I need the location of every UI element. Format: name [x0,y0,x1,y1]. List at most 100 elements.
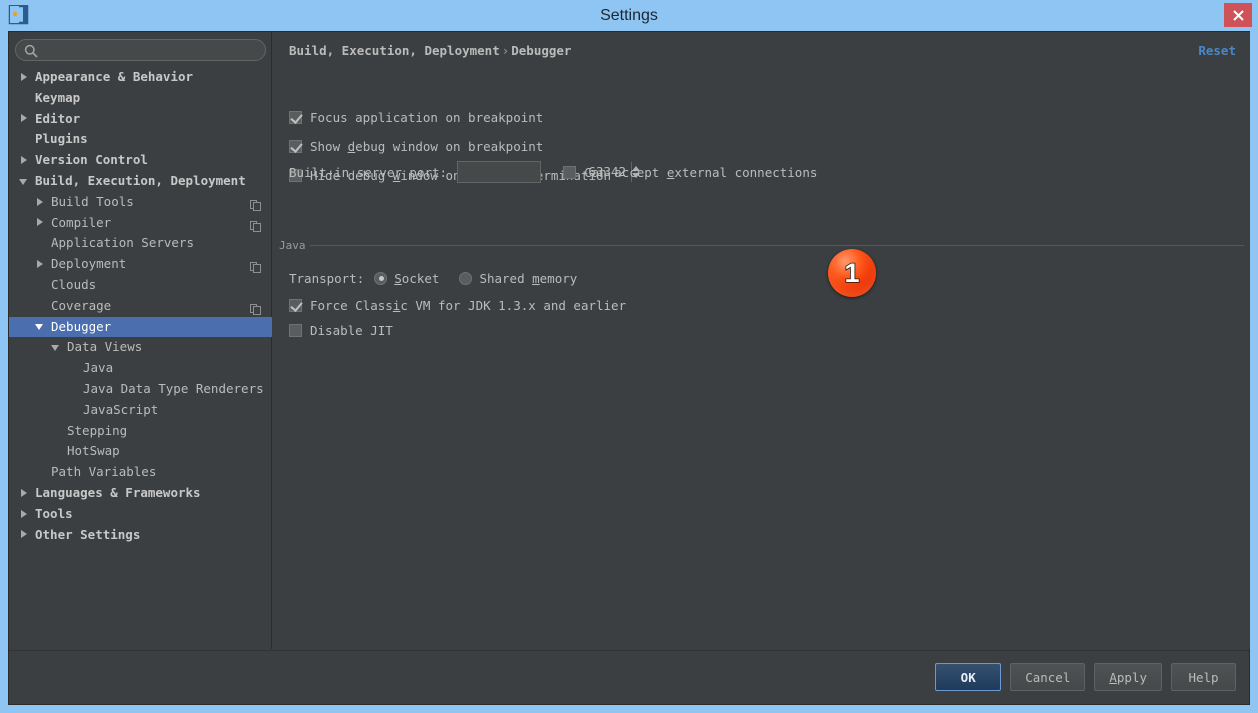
external-connections-label: Can accept external connections [584,164,818,180]
chevron-right-icon[interactable] [35,217,46,228]
copy-settings-icon[interactable] [250,197,261,211]
checkbox[interactable] [289,110,302,124]
transport-radio-shared-memory[interactable] [459,271,473,285]
sidebar-item-build-execution-deployment[interactable]: Build, Execution, Deployment [9,171,272,192]
transport-radio-label: Socket [394,270,440,286]
sidebar-item-label: Application Servers [51,235,194,251]
transport-radio-socket[interactable] [374,271,388,285]
sidebar-item-plugins[interactable]: Plugins [9,129,272,150]
option-row[interactable]: Disable JIT [289,320,393,340]
sidebar-item-path-variables[interactable]: Path Variables [9,462,272,483]
title-bar: Settings [0,0,1258,31]
settings-window: Settings Appearance & Behavior Keymap Edit… [0,0,1258,713]
sidebar-item-label: Data Views [67,339,143,355]
sidebar-item-label: Editor [35,110,81,126]
apply-button[interactable]: Apply [1094,663,1162,691]
ok-button[interactable]: OK [935,663,1002,691]
checkbox-label: Disable JIT [310,322,393,338]
help-button[interactable]: Help [1171,663,1236,691]
breadcrumb-separator-icon: › [501,43,510,58]
sidebar-item-label: JavaScript [83,401,159,417]
sidebar-item-label: Keymap [35,89,81,105]
search-input[interactable] [15,39,266,61]
sidebar-item-label: Path Variables [51,464,157,480]
mnemonic-char: e [666,164,675,180]
chevron-down-icon[interactable] [51,342,62,353]
sidebar-item-label: Appearance & Behavior [35,69,194,84]
window-title: Settings [600,7,658,24]
option-row[interactable]: Force Classic VM for JDK 1.3.x and earli… [289,295,626,315]
transport-radio-group[interactable]: Socket Shared memory [374,271,597,286]
cancel-button[interactable]: Cancel [1010,663,1086,691]
chevron-down-icon[interactable] [35,321,46,332]
sidebar-item-data-views[interactable]: Data Views [9,337,272,358]
checkbox[interactable] [289,139,302,153]
sidebar-item-label: Debugger [51,318,112,334]
chevron-down-icon[interactable] [19,176,30,187]
builtin-server-port-row: Built-in server port: Can accept externa… [289,160,817,184]
sidebar-item-coverage[interactable]: Coverage [9,296,272,317]
sidebar-item-build-tools[interactable]: Build Tools [9,192,272,213]
settings-tree[interactable]: Appearance & Behavior Keymap Editor Plugins… [9,67,272,647]
mnemonic-char: S [394,270,402,286]
sidebar-item-label: Plugins [35,131,88,147]
sidebar-item-javascript[interactable]: JavaScript [9,400,272,421]
chevron-right-icon[interactable] [35,197,46,208]
copy-settings-icon[interactable] [250,301,261,315]
option-row[interactable]: Focus application on breakpoint [289,107,543,127]
chevron-right-icon[interactable] [19,509,30,520]
copy-settings-icon[interactable] [250,259,261,274]
sidebar-item-compiler[interactable]: Compiler [9,213,272,234]
settings-sidebar: Appearance & Behavior Keymap Editor Plugins… [9,32,272,649]
sidebar-item-other-settings[interactable]: Other Settings [9,525,272,546]
chevron-right-icon[interactable] [19,488,30,499]
sidebar-item-label: HotSwap [67,443,120,459]
builtin-server-port-label: Built-in server port: [289,164,448,180]
sidebar-item-label: Other Settings [35,526,141,542]
chevron-right-icon[interactable] [19,529,30,540]
copy-settings-icon[interactable] [250,218,261,232]
sidebar-item-java[interactable]: Java [9,358,272,379]
external-connections-checkbox[interactable] [563,165,577,179]
sidebar-item-languages-frameworks[interactable]: Languages & Frameworks [9,483,272,504]
checkbox[interactable] [289,298,302,312]
sidebar-item-editor[interactable]: Editor [9,109,272,130]
chevron-right-icon[interactable] [19,113,30,124]
sidebar-item-debugger[interactable]: Debugger [9,316,272,338]
builtin-server-port-stepper[interactable] [457,161,641,183]
dialog-body: Appearance & Behavior Keymap Editor Plugins… [8,31,1250,705]
sidebar-item-application-servers[interactable]: Application Servers [9,233,272,254]
sidebar-item-deployment[interactable]: Deployment [9,254,272,275]
sidebar-item-label: Deployment [51,256,127,272]
sidebar-item-version-control[interactable]: Version Control [9,150,272,171]
sidebar-item-java-data-type-renderers[interactable]: Java Data Type Renderers [9,379,272,400]
sidebar-item-label: Version Control [35,152,148,168]
chevron-right-icon[interactable] [19,72,30,83]
java-group-title: Java [279,239,310,252]
chevron-right-icon[interactable] [35,259,46,270]
chevron-right-icon[interactable] [19,155,30,166]
checkbox[interactable] [289,323,302,337]
sidebar-item-label: Stepping [67,422,128,438]
transport-radio-label: Shared memory [479,270,578,286]
sidebar-item-stepping[interactable]: Stepping [9,421,272,442]
checkbox-label: Focus application on breakpoint [310,109,544,125]
sidebar-item-clouds[interactable]: Clouds [9,275,272,296]
breadcrumb-root: Build, Execution, Deployment [289,43,500,58]
mnemonic-char: d [347,138,356,154]
sidebar-item-keymap[interactable]: Keymap [9,88,272,109]
sidebar-item-hotswap[interactable]: HotSwap [9,441,272,462]
reset-link[interactable]: Reset [1198,43,1236,58]
mnemonic-char: m [532,270,540,286]
breadcrumb: Build, Execution, Deployment › Debugger [289,43,571,58]
sidebar-item-tools[interactable]: Tools [9,504,272,525]
sidebar-item-appearance-behavior[interactable]: Appearance & Behavior [9,67,272,88]
close-icon[interactable] [1224,3,1252,27]
option-row[interactable]: Show debug window on breakpoint [289,136,543,156]
external-connections-option[interactable]: Can accept external connections [563,165,817,180]
